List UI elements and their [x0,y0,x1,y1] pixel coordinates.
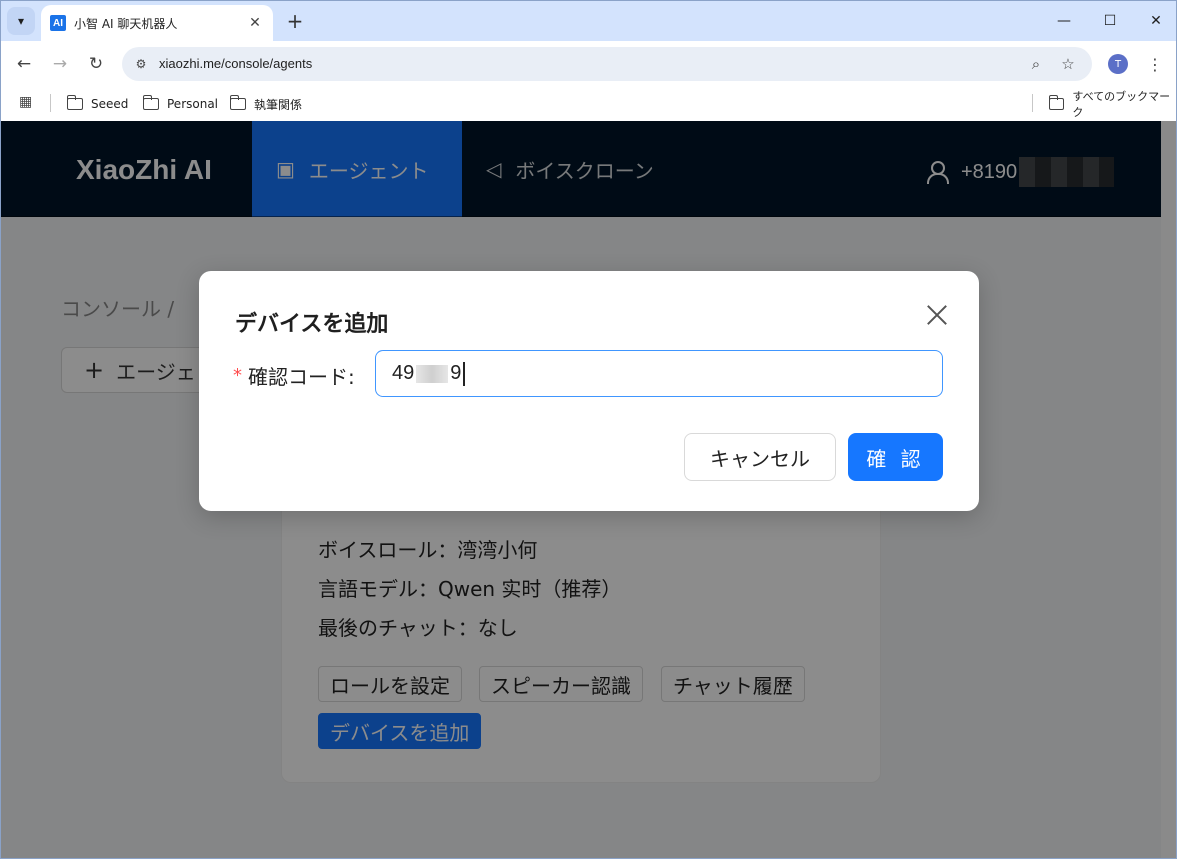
chevron-down-icon: ▾ [17,14,25,28]
zoom-icon[interactable]: ⌕ [1026,54,1046,74]
modal-mask-header [1,121,1161,217]
bookmark-writing[interactable]: 執筆関係 [229,93,302,115]
browser-toolbar: ← → ↻ ⚙ xiaozhi.me/console/agents ⌕ ☆ T … [1,41,1176,87]
bookmark-personal[interactable]: Personal [142,93,218,115]
close-icon[interactable]: ✕ [245,13,265,33]
folder-icon [66,95,83,110]
bookmarks-separator [1032,94,1033,112]
redacted-block [416,364,449,383]
all-bookmarks[interactable]: すべてのブックマーク [1048,90,1176,119]
dialog-title: デバイスを追加 [235,312,389,337]
verification-code-label: * 確認コード: [233,365,355,389]
minimize-icon[interactable]: — [1041,1,1087,41]
url-text: xiaozhi.me/console/agents [159,56,313,71]
add-device-dialog: デバイスを追加 * 確認コード: 49 9 キャンセル 確 認 [199,271,979,511]
window-close-icon[interactable]: ✕ [1133,1,1177,41]
address-bar[interactable]: ⚙ xiaozhi.me/console/agents ⌕ ☆ [122,47,1092,81]
tab-title: 小智 AI 聊天机器人 [74,16,178,31]
new-tab-button[interactable]: + [283,9,307,33]
cancel-button[interactable]: キャンセル [684,433,836,481]
folder-icon [142,95,159,110]
verification-code-input[interactable]: 49 9 [375,350,943,397]
folder-icon [1048,95,1065,110]
tab-strip: ▾ AI 小智 AI 聊天机器人 ✕ + — ☐ ✕ [1,1,1176,41]
page-scroll-edge [1161,121,1176,858]
bookmark-seeed[interactable]: Seeed [66,93,128,115]
bookmarks-bar: ▦ Seeed Personal 執筆関係 すべてのブックマーク [1,87,1176,121]
text-caret [463,361,465,386]
bookmarks-separator [50,94,51,112]
close-icon[interactable] [923,301,951,329]
forward-icon[interactable]: → [46,50,74,78]
browser-tab[interactable]: AI 小智 AI 聊天机器人 ✕ [41,5,273,41]
apps-grid-icon[interactable]: ▦ [19,94,37,112]
profile-avatar[interactable]: T [1108,54,1128,74]
bookmark-star-icon[interactable]: ☆ [1058,54,1078,74]
menu-icon[interactable]: ⋮ [1145,53,1165,75]
tab-search-button[interactable]: ▾ [7,7,35,35]
folder-icon [229,95,246,110]
reload-icon[interactable]: ↻ [82,50,110,78]
back-icon[interactable]: ← [10,50,38,78]
confirm-button[interactable]: 確 認 [848,433,943,481]
maximize-icon[interactable]: ☐ [1087,1,1133,41]
favicon-icon: AI [50,15,66,31]
required-asterisk: * [233,365,242,386]
site-info-icon[interactable]: ⚙ [132,55,150,73]
